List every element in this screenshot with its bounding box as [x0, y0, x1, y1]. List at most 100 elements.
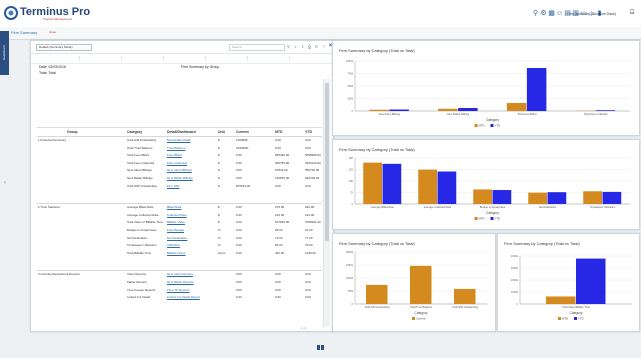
cell-detail[interactable]: Linked Cur Detail Report: [167, 295, 200, 299]
people-icon[interactable]: ☺: [556, 10, 563, 17]
bar[interactable]: [583, 191, 602, 204]
export-icon[interactable]: ⇩: [300, 43, 305, 50]
cell-detail[interactable]: New Client Reports: [167, 272, 193, 276]
bar[interactable]: [458, 108, 478, 111]
col-category[interactable]: Category: [127, 130, 142, 134]
y-tick-label: 75: [350, 191, 353, 195]
bar[interactable]: [595, 110, 616, 111]
x-tick-label: Budget to Actual Fees: [480, 205, 506, 209]
cell-mtd: 655469.00: [275, 153, 290, 158]
collapse-arrow-icon[interactable]: ‹: [4, 180, 6, 186]
scrollbar-thumb[interactable]: [325, 83, 329, 241]
bar[interactable]: [454, 288, 476, 304]
bar[interactable]: [473, 189, 492, 204]
cell-ytd: 3425123.00: [305, 160, 321, 165]
cell-ytd: 356735.00: [305, 168, 320, 173]
cell-ytd: 0.00: [305, 138, 311, 142]
table-row: Total Value of Billable Time Billable Val…: [37, 219, 322, 225]
chart-panel-4: Firm Summary by Category (Total vs Total…: [497, 233, 640, 332]
cell-unit: $: [218, 153, 220, 158]
cell-current: 2234658...: [236, 145, 251, 150]
table-row: Budget to Actual Fees Fees Budget% 0.00 95.…: [37, 227, 322, 233]
table-row: Timekeeper Utilization Utilization% 0.00 83…: [37, 242, 322, 248]
bar[interactable]: [382, 163, 402, 204]
calendar-icon[interactable]: ▦: [548, 10, 555, 17]
bar[interactable]: [363, 162, 382, 204]
col-group[interactable]: Group: [67, 130, 78, 134]
cell-detail[interactable]: Fees Billed: [167, 153, 182, 157]
bar[interactable]: [369, 109, 389, 111]
cell-detail[interactable]: Time TK Reports: [167, 288, 190, 292]
filter-cell[interactable]: [81, 56, 122, 61]
cell-detail[interactable]: Net Realization: [167, 236, 187, 240]
cell-detail[interactable]: New Client Billings: [167, 168, 192, 172]
cell-detail[interactable]: New Matter Reports: [167, 280, 194, 284]
y-tick-label: 225: [349, 168, 354, 172]
bar[interactable]: [526, 68, 547, 111]
table-row: Total Trust Balance Trust Balance $2234658…: [37, 145, 322, 151]
col-ytd[interactable]: YTD: [305, 130, 312, 134]
bar[interactable]: [410, 265, 432, 304]
help-icon[interactable]: ?: [321, 43, 326, 50]
dashboard-side-tab[interactable]: Dashboard: [0, 31, 9, 75]
bar[interactable]: [437, 171, 457, 204]
col-current[interactable]: Current: [236, 130, 249, 134]
x-tick-label: New Matter Billings: [447, 112, 470, 116]
cell-detail[interactable]: Billable Value: [167, 220, 185, 224]
cell-mtd: 256755.00: [275, 160, 290, 165]
cell-unit: %: [218, 228, 221, 232]
bar[interactable]: [576, 258, 606, 304]
bar[interactable]: [366, 284, 388, 304]
logout-icon[interactable]: ⍈: [630, 9, 638, 17]
cell-ytd: 922708.00: [305, 176, 320, 180]
bar[interactable]: [418, 169, 437, 204]
search-icon[interactable]: ⚲: [286, 43, 291, 50]
refresh-icon[interactable]: ↻: [314, 43, 319, 50]
bar[interactable]: [506, 103, 527, 111]
print-icon[interactable]: ⎙: [307, 43, 312, 50]
filter-icon[interactable]: ▿: [293, 43, 298, 50]
cell-detail[interactable]: Collected Rate: [167, 213, 187, 217]
filter-cell[interactable]: [207, 56, 248, 61]
cell-detail[interactable]: New Matter Billings: [167, 176, 193, 180]
bar[interactable]: [528, 192, 547, 204]
cell-current: 0.00: [236, 295, 242, 300]
search-input[interactable]: Search: [229, 44, 285, 51]
cell-detail[interactable]: Billable Hours: [167, 251, 186, 255]
cell-detail[interactable]: Firm WIP: [167, 184, 180, 188]
settings-icon[interactable]: ⚙: [540, 10, 547, 17]
bar[interactable]: [602, 191, 622, 204]
page-title[interactable]: Firm Summary: [11, 30, 37, 35]
bar[interactable]: [546, 296, 576, 304]
bar[interactable]: [492, 190, 512, 204]
bar[interactable]: [389, 109, 409, 112]
filter-cell[interactable]: [39, 56, 80, 61]
report-total-label: Total: Total: [39, 71, 56, 75]
col-unit[interactable]: Unit: [218, 130, 225, 134]
cell-detail[interactable]: Fees Budget: [167, 228, 184, 232]
terminus-logo-icon: [4, 6, 18, 20]
pager[interactable]: 1-1 >: [301, 326, 308, 330]
cell-detail[interactable]: Billed Rate: [167, 205, 182, 209]
bar[interactable]: [438, 108, 458, 111]
filter-cell[interactable]: [249, 56, 290, 61]
col-detail[interactable]: Detail/Dashboard: [167, 130, 196, 134]
close-tab-link[interactable]: close: [49, 30, 56, 34]
bar[interactable]: [547, 192, 567, 204]
cell-detail[interactable]: Receivable Detail: [167, 138, 190, 142]
cell-mtd: 74.00: [275, 235, 283, 240]
filter-cell[interactable]: [123, 56, 164, 61]
legend-label: YTD: [495, 217, 501, 221]
user-menu[interactable]: Firm Summary (Advance Dash): [567, 12, 616, 16]
table-row: 3 Overdue/Operational Reports Client Repo…: [37, 271, 322, 277]
cell-category: Total Trust Balance: [127, 145, 153, 150]
view-dropdown[interactable]: Default (Summary Mode): [36, 44, 92, 51]
col-mtd[interactable]: MTD: [275, 130, 283, 134]
cell-detail[interactable]: Fees Collected: [167, 161, 187, 165]
cell-detail[interactable]: Trust Balance: [167, 146, 185, 150]
search-icon[interactable]: ⚲: [532, 10, 539, 17]
cell-detail[interactable]: Utilization: [167, 243, 180, 247]
cell-ytd: 0.00: [305, 295, 311, 300]
table-scrollbar[interactable]: [323, 79, 330, 327]
filter-cell[interactable]: [165, 56, 206, 61]
